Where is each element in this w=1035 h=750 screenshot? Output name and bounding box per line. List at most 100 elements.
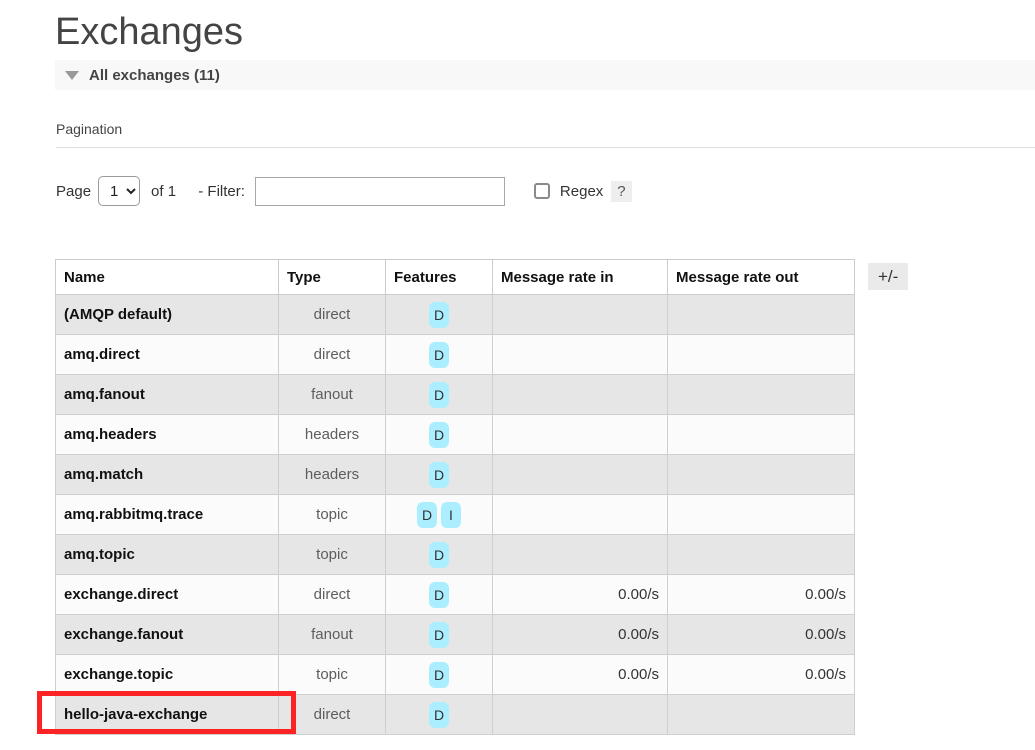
feature-badge-d: D (429, 661, 449, 688)
table-row: hello-java-exchange direct D (55, 694, 855, 735)
exchange-name-link[interactable]: exchange.direct (55, 574, 279, 615)
column-header-type[interactable]: Type (278, 259, 386, 295)
table-row: (AMQP default) direct D (55, 294, 855, 335)
table-row: exchange.direct direct D 0.00/s 0.00/s (55, 574, 855, 615)
column-header-message-rate-out[interactable]: Message rate out (667, 259, 855, 295)
pagination-heading: Pagination (56, 121, 123, 137)
regex-checkbox[interactable] (533, 183, 550, 199)
column-header-features: Features (385, 259, 493, 295)
feature-badge-d: D (429, 381, 449, 408)
table-row: amq.topic topic D (55, 534, 855, 575)
exchange-message-rate-out (667, 454, 855, 495)
exchange-features: D (385, 534, 493, 575)
exchange-message-rate-in (492, 694, 668, 735)
exchange-message-rate-in: 0.00/s (492, 614, 668, 655)
exchange-type: direct (278, 294, 386, 335)
exchange-name-link[interactable]: amq.match (55, 454, 279, 495)
exchange-message-rate-out (667, 694, 855, 735)
exchange-name-link[interactable]: amq.topic (55, 534, 279, 575)
exchange-message-rate-out (667, 494, 855, 535)
exchange-features: D (385, 654, 493, 695)
exchange-type: topic (278, 534, 386, 575)
toggle-columns-button[interactable]: +/- (868, 263, 909, 290)
regex-help-icon[interactable]: ? (611, 180, 632, 202)
exchange-features: D (385, 574, 493, 615)
feature-badge-d: D (429, 461, 449, 488)
page-total-label: of 1 (151, 182, 177, 200)
exchange-message-rate-out (667, 374, 855, 415)
feature-badge-d: D (429, 701, 449, 728)
exchange-message-rate-in (492, 294, 668, 335)
feature-badge-d: D (429, 581, 449, 608)
exchange-name-link[interactable]: amq.fanout (55, 374, 279, 415)
table-row: amq.match headers D (55, 454, 855, 495)
exchange-message-rate-in (492, 334, 668, 375)
section-header-all-exchanges[interactable]: All exchanges (11) (55, 60, 1035, 90)
exchange-message-rate-out: 0.00/s (667, 654, 855, 695)
exchange-features: DI (385, 494, 493, 535)
exchange-type: headers (278, 454, 386, 495)
table-row: exchange.topic topic D 0.00/s 0.00/s (55, 654, 855, 695)
exchange-features: D (385, 414, 493, 455)
exchange-message-rate-in: 0.00/s (492, 574, 668, 615)
exchange-message-rate-out: 0.00/s (667, 614, 855, 655)
pagination-divider (56, 147, 1035, 148)
feature-badge-d: D (417, 501, 437, 528)
table-body: (AMQP default) direct Damq.direct direct Dam… (55, 294, 855, 735)
exchange-message-rate-out (667, 534, 855, 575)
exchange-message-rate-in (492, 534, 668, 575)
column-header-name[interactable]: Name (55, 259, 279, 295)
section-header-label: All exchanges (11) (89, 66, 220, 84)
exchange-message-rate-out (667, 334, 855, 375)
pagination-controls: Page 1 of 1 - Filter: Regex ? (56, 176, 632, 206)
feature-badge-d: D (429, 621, 449, 648)
exchange-name-link[interactable]: amq.rabbitmq.trace (55, 494, 279, 535)
exchange-type: fanout (278, 614, 386, 655)
page-select[interactable]: 1 (98, 176, 141, 206)
feature-badge-d: D (429, 541, 449, 568)
exchange-name-link[interactable]: exchange.topic (55, 654, 279, 695)
exchange-name-link[interactable]: amq.direct (55, 334, 279, 375)
table-row: amq.rabbitmq.trace topic D I (55, 494, 855, 535)
exchange-message-rate-out (667, 414, 855, 455)
exchange-message-rate-in: 0.00/s (492, 654, 668, 695)
exchange-name-link[interactable]: hello-java-exchange (55, 694, 279, 735)
exchange-features: D (385, 294, 493, 335)
exchange-name-link[interactable]: (AMQP default) (55, 294, 279, 335)
page-label: Page (56, 182, 92, 200)
exchanges-table-container: Name Type Features Message rate in Messa… (55, 259, 855, 735)
exchange-type: direct (278, 694, 386, 735)
table-row: exchange.fanout fanout D 0.00/s 0.00/s (55, 614, 855, 655)
exchange-message-rate-out: 0.00/s (667, 574, 855, 615)
table-row: amq.fanout fanout D (55, 374, 855, 415)
exchange-type: fanout (278, 374, 386, 415)
triangle-down-icon[interactable] (65, 70, 79, 80)
exchange-message-rate-in (492, 374, 668, 415)
feature-badge-d: D (429, 341, 449, 368)
exchange-message-rate-in (492, 494, 668, 535)
exchange-type: direct (278, 574, 386, 615)
filter-input[interactable] (254, 176, 505, 206)
feature-badge-d: D (429, 421, 449, 448)
exchanges-table: Name Type Features Message rate in Messa… (55, 259, 855, 735)
exchange-name-link[interactable]: amq.headers (55, 414, 279, 455)
table-row: amq.headers headers D (55, 414, 855, 455)
exchange-message-rate-in (492, 454, 668, 495)
exchange-type: headers (278, 414, 386, 455)
exchange-features: D (385, 694, 493, 735)
exchange-features: D (385, 374, 493, 415)
table-row: amq.direct direct D (55, 334, 855, 375)
regex-label: Regex (559, 182, 604, 200)
exchange-name-link[interactable]: exchange.fanout (55, 614, 279, 655)
exchange-type: direct (278, 334, 386, 375)
exchange-type: topic (278, 494, 386, 535)
exchange-features: D (385, 454, 493, 495)
exchange-type: topic (278, 654, 386, 695)
feature-badge-d: D (429, 301, 449, 328)
exchange-message-rate-in (492, 414, 668, 455)
column-header-message-rate-in[interactable]: Message rate in (492, 259, 668, 295)
exchange-features: D (385, 614, 493, 655)
exchange-features: D (385, 334, 493, 375)
table-header-row: Name Type Features Message rate in Messa… (55, 259, 855, 295)
page-title: Exchanges (55, 11, 244, 53)
